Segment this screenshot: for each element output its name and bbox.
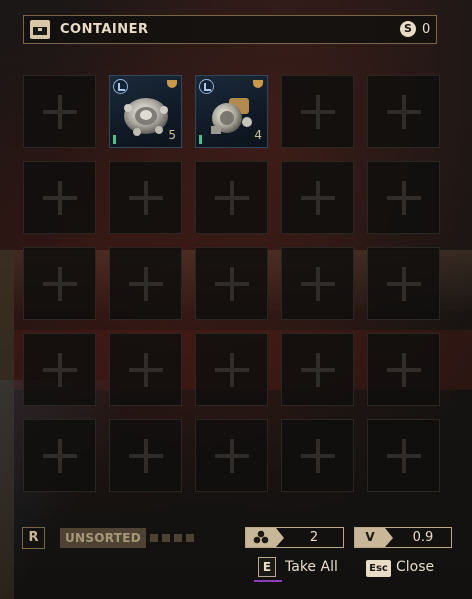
plus-icon xyxy=(214,266,249,301)
plus-icon xyxy=(42,94,77,129)
plus-icon xyxy=(300,94,335,129)
take-all-key[interactable]: E xyxy=(258,557,276,577)
plus-icon xyxy=(128,352,163,387)
chest-icon xyxy=(30,20,50,39)
inventory-slot-20[interactable] xyxy=(367,333,440,406)
inventory-slot-25[interactable] xyxy=(367,419,440,492)
plus-icon xyxy=(42,180,77,215)
plus-icon xyxy=(300,352,335,387)
inventory-slot-11[interactable] xyxy=(23,247,96,320)
weight-stat: 2 xyxy=(245,527,344,548)
inventory-slot-23[interactable] xyxy=(195,419,268,492)
currency-value: 0 xyxy=(422,22,431,37)
volume-value: 0.9 xyxy=(412,530,434,545)
inventory-slot-16[interactable] xyxy=(23,333,96,406)
inventory-slot-12[interactable] xyxy=(109,247,182,320)
inventory-slot-21[interactable] xyxy=(23,419,96,492)
inventory-slot-1[interactable] xyxy=(23,75,96,148)
plus-icon xyxy=(214,352,249,387)
item-count: 4 xyxy=(254,128,262,142)
volume-tag: V xyxy=(355,528,393,547)
inventory-slot-10[interactable] xyxy=(367,161,440,234)
plus-icon xyxy=(128,438,163,473)
plus-icon xyxy=(386,352,421,387)
plus-icon xyxy=(300,438,335,473)
inventory-slot-3[interactable]: 4 xyxy=(195,75,268,148)
item-count: 5 xyxy=(168,128,176,142)
inventory-slot-4[interactable] xyxy=(281,75,354,148)
sort-mode-indicator xyxy=(150,534,194,542)
currency-s-icon: S xyxy=(400,21,416,37)
volume-stat: V 0.9 xyxy=(354,527,452,548)
plus-icon xyxy=(42,352,77,387)
plus-icon xyxy=(300,266,335,301)
sort-mode-label[interactable]: UNSORTED xyxy=(60,528,146,548)
plus-icon xyxy=(128,180,163,215)
inventory-slot-8[interactable] xyxy=(195,161,268,234)
plus-icon xyxy=(386,266,421,301)
inventory-slot-14[interactable] xyxy=(281,247,354,320)
valve-icon xyxy=(211,98,252,134)
weight-value: 2 xyxy=(309,530,319,545)
plus-icon xyxy=(386,180,421,215)
inventory-slot-17[interactable] xyxy=(109,333,182,406)
plus-icon xyxy=(214,438,249,473)
plus-icon xyxy=(300,180,335,215)
sort-key-button[interactable]: R xyxy=(22,527,45,549)
inventory-slot-18[interactable] xyxy=(195,333,268,406)
plus-icon xyxy=(42,266,77,301)
plus-icon xyxy=(128,266,163,301)
take-all-button[interactable]: Take All xyxy=(285,559,338,575)
inventory-slot-13[interactable] xyxy=(195,247,268,320)
close-button[interactable]: Close xyxy=(396,559,434,575)
inventory-grid: 5 4 xyxy=(23,75,440,492)
inventory-slot-6[interactable] xyxy=(23,161,96,234)
container-header: CONTAINER S 0 xyxy=(23,15,437,44)
inventory-slot-7[interactable] xyxy=(109,161,182,234)
inventory-slot-9[interactable] xyxy=(281,161,354,234)
stack-indicator xyxy=(199,135,202,144)
stack-indicator xyxy=(113,135,116,144)
header-title: CONTAINER xyxy=(60,22,149,37)
inventory-slot-24[interactable] xyxy=(281,419,354,492)
take-all-highlight xyxy=(254,580,282,582)
drum-icon xyxy=(253,80,263,88)
weight-icon xyxy=(246,528,284,547)
plus-icon xyxy=(42,438,77,473)
drum-icon xyxy=(167,80,177,88)
gear-wheel-icon xyxy=(124,98,168,136)
close-key[interactable]: Esc xyxy=(366,560,391,577)
plus-icon xyxy=(214,180,249,215)
inventory-slot-15[interactable] xyxy=(367,247,440,320)
inventory-slot-2[interactable]: 5 xyxy=(109,75,182,148)
inventory-slot-5[interactable] xyxy=(367,75,440,148)
inventory-slot-19[interactable] xyxy=(281,333,354,406)
plus-icon xyxy=(386,94,421,129)
inventory-slot-22[interactable] xyxy=(109,419,182,492)
plus-icon xyxy=(386,438,421,473)
